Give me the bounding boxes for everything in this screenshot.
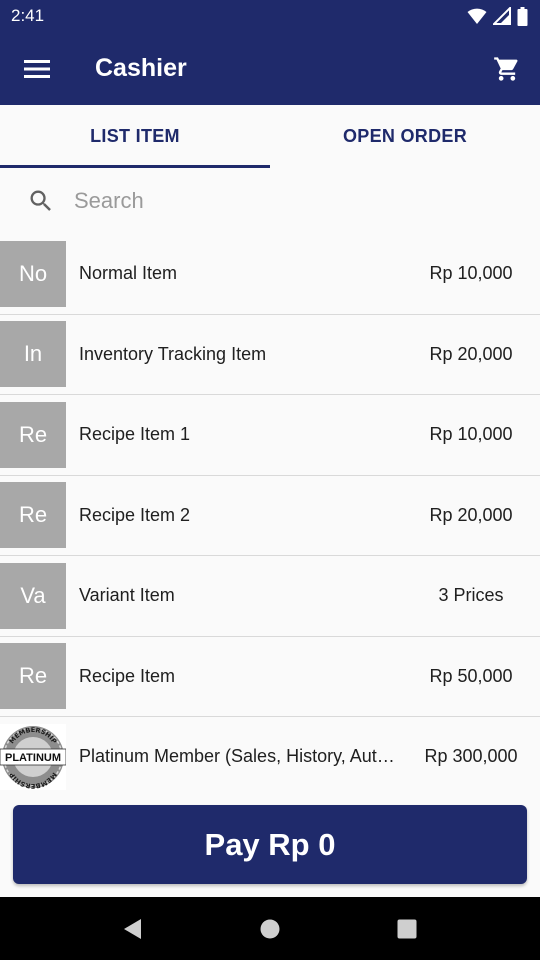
item-name: Normal Item [79, 263, 178, 284]
item-price: Rp 50,000 [429, 665, 513, 686]
item-price: Rp 10,000 [429, 263, 513, 284]
item-price: Rp 10,000 [429, 424, 513, 445]
item-name: Inventory Tracking Item [79, 343, 267, 364]
item-price: Rp 300,000 [424, 746, 518, 767]
search-icon-wrap [0, 168, 74, 234]
item-price: Rp 20,000 [429, 504, 513, 525]
list-item[interactable]: Re Recipe Item 2 Rp 20,000 [0, 475, 540, 556]
tab-list-item[interactable]: LIST ITEM [0, 105, 270, 168]
item-thumbnail: In [0, 321, 66, 388]
item-price: Rp 20,000 [429, 343, 513, 364]
list-item[interactable]: Re Recipe Item 1 Rp 10,000 [0, 395, 540, 476]
badge-label: PLATINUM [5, 752, 61, 764]
status-icons [467, 6, 528, 26]
recents-icon [397, 919, 417, 938]
cart-icon [494, 56, 518, 81]
item-price: 3 Prices [438, 585, 504, 606]
platinum-badge-image: MEMBERSHIP MEMBERSHIP PLATINUM [0, 723, 66, 790]
app-bar: Cashier [0, 32, 540, 105]
back-button[interactable] [103, 897, 163, 960]
back-icon [123, 918, 141, 939]
search-input[interactable] [74, 188, 494, 214]
list-item[interactable]: No Normal Item Rp 10,000 [0, 234, 540, 315]
tab-bar: LIST ITEM OPEN ORDER [0, 105, 540, 168]
menu-button[interactable] [0, 32, 73, 105]
item-thumbnail: Va [0, 562, 66, 629]
list-item[interactable]: In Inventory Tracking Item Rp 20,000 [0, 314, 540, 395]
search-icon [30, 190, 51, 211]
item-name: Variant Item [79, 585, 175, 606]
page-title: Cashier [95, 54, 187, 82]
cart-button[interactable] [474, 32, 540, 105]
search-bar [0, 168, 540, 234]
pay-button[interactable]: Pay Rp 0 [13, 805, 527, 884]
list-item[interactable]: MEMBERSHIP MEMBERSHIP PLATINUM Platinum … [0, 717, 540, 792]
item-name: Recipe Item 2 [79, 504, 191, 525]
tab-open-order[interactable]: OPEN ORDER [270, 105, 540, 168]
item-name: Recipe Item 1 [79, 424, 191, 445]
battery-icon [517, 6, 528, 26]
list-item[interactable]: Va Variant Item 3 Prices [0, 556, 540, 637]
recents-button[interactable] [377, 897, 437, 960]
signal-icon [493, 7, 511, 25]
home-button[interactable] [240, 897, 300, 960]
item-name: Recipe Item [79, 665, 176, 686]
system-nav-bar [0, 897, 540, 960]
status-bar: 2:41 [0, 0, 540, 32]
platinum-badge-icon: MEMBERSHIP MEMBERSHIP PLATINUM [0, 726, 66, 790]
item-thumbnail: No [0, 240, 66, 307]
status-time: 2:41 [11, 6, 45, 25]
home-icon [260, 919, 280, 938]
item-list: No Normal Item Rp 10,000 In Inventory Tr… [0, 234, 540, 792]
item-name: Platinum Member (Sales, History, Aut… [79, 746, 395, 767]
menu-icon [23, 59, 50, 78]
list-item[interactable]: Re Recipe Item Rp 50,000 [0, 636, 540, 717]
item-thumbnail: Re [0, 401, 66, 468]
item-thumbnail: Re [0, 482, 66, 549]
wifi-icon [467, 8, 487, 24]
item-thumbnail: Re [0, 643, 66, 710]
pay-area: Pay Rp 0 [0, 792, 540, 897]
